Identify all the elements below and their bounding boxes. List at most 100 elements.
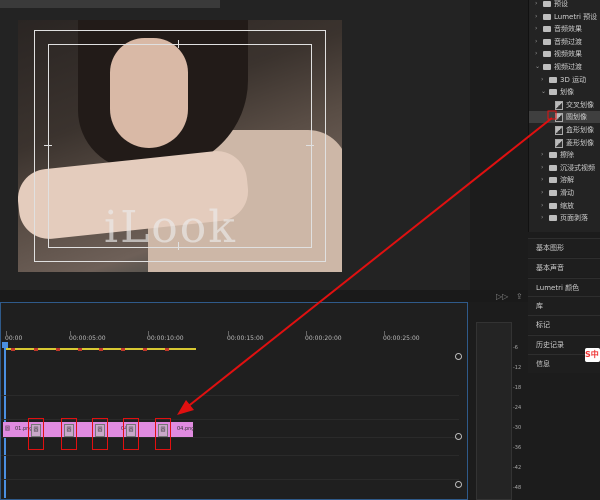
effects-item[interactable]: › 溶解 [529, 174, 600, 186]
chevron-right-icon[interactable]: › [535, 11, 541, 23]
ruler-tick [70, 331, 71, 335]
effects-item[interactable]: › 3D 运动 [529, 74, 600, 86]
side-panel-tab[interactable]: 标记 [528, 315, 600, 334]
effects-item[interactable]: › 预设 [529, 0, 600, 10]
effects-item[interactable]: › 页面剥落 [529, 212, 600, 224]
chevron-right-icon[interactable]: › [541, 74, 547, 86]
folder-icon [543, 38, 551, 45]
folder-icon [549, 164, 557, 171]
ruler-tick [306, 331, 307, 335]
db-label: -6 [513, 345, 518, 351]
side-panel-tab[interactable]: 库 [528, 296, 600, 315]
effects-item-label: 视频效果 [554, 50, 582, 59]
db-label: -24 [513, 405, 522, 411]
chevron-down-icon[interactable]: ⌄ [541, 86, 547, 98]
effects-item[interactable]: 菱形划像 [529, 137, 600, 149]
safe-frame-tick-right [306, 145, 314, 146]
vertical-zoom-handle[interactable] [455, 353, 462, 360]
annotation-highlight-box [61, 418, 77, 450]
effects-item-label: 滑动 [560, 189, 574, 197]
effects-item-label: 圆划像 [566, 113, 587, 122]
annotation-highlight-box [28, 418, 44, 450]
folder-icon [549, 76, 557, 83]
side-panel-tab[interactable]: 基本声音 [528, 258, 600, 277]
chevron-right-icon[interactable]: › [541, 174, 547, 186]
effects-item[interactable]: › 滑动 [529, 187, 600, 199]
effects-item[interactable]: › 音频效果 [529, 23, 600, 35]
chevron-right-icon[interactable]: › [535, 36, 541, 48]
transition-effect-icon [555, 126, 563, 135]
effects-item[interactable]: › 音频过渡 [529, 36, 600, 48]
timeline-panel: 00:00 00:00:05:00 00:00:10:00 00:00:15:00 00… [0, 302, 468, 500]
folder-icon [549, 89, 557, 96]
folder-icon [549, 177, 557, 184]
safe-frame-tick-bottom [178, 242, 179, 250]
monitor-controls[interactable]: ▷▷ ⇪ [496, 292, 523, 301]
side-panel-tab[interactable]: 基本图形 [528, 238, 600, 257]
transition-effect-icon [555, 100, 563, 110]
chevron-right-icon[interactable]: › [535, 23, 541, 35]
clip-label-last[interactable]: 04.png [177, 422, 194, 437]
work-area-marker [56, 348, 60, 351]
effects-item-label: 视频过渡 [554, 63, 582, 71]
chevron-right-icon[interactable]: › [541, 149, 547, 161]
work-area-marker [165, 348, 169, 351]
work-area-marker [34, 348, 38, 351]
transition-effect-icon [555, 138, 563, 148]
ruler-tick [384, 331, 385, 335]
db-label: -42 [513, 465, 522, 471]
effects-item[interactable]: › 缩放 [529, 200, 600, 212]
effects-item[interactable]: 交叉划像 [529, 99, 600, 111]
db-label: -18 [513, 385, 522, 391]
chevron-right-icon[interactable]: › [541, 212, 547, 224]
ruler-timecode: 00:00:15:00 [227, 335, 264, 342]
chevron-right-icon[interactable]: › [541, 187, 547, 199]
track-divider [1, 479, 459, 480]
chevron-right-icon[interactable]: › [541, 200, 547, 212]
vertical-zoom-handle[interactable] [455, 433, 462, 440]
effects-item-label: 缩放 [560, 201, 574, 210]
program-monitor: iLook [0, 0, 470, 290]
vertical-zoom-handle[interactable] [455, 481, 462, 488]
effects-item-label: Lumetri 预设 [554, 12, 598, 21]
clip-fx-badge: 圆 [5, 426, 11, 432]
effects-item-label: 预设 [554, 0, 568, 8]
effects-item[interactable]: ⌄ 划像 [529, 86, 600, 98]
effects-item[interactable]: › Lumetri 预设 [529, 11, 600, 23]
playhead-handle[interactable] [2, 342, 8, 348]
folder-icon [543, 26, 551, 33]
effects-item[interactable]: › 视频效果 [529, 48, 600, 60]
side-panel-tab[interactable]: Lumetri 颜色 [528, 278, 600, 297]
playhead[interactable] [4, 344, 6, 498]
effects-item[interactable]: ⌄ 视频过渡 [529, 61, 600, 73]
work-area-marker [121, 348, 125, 351]
effects-item-label: 擦除 [560, 151, 574, 160]
monitor-header [0, 0, 220, 8]
folder-icon [543, 1, 551, 7]
work-area-marker [78, 348, 82, 351]
effects-item[interactable]: 圆划像 [529, 111, 600, 124]
sogou-ime-badge[interactable]: S中 [585, 348, 600, 362]
track-divider [1, 395, 459, 396]
effects-item-label: 交叉划像 [566, 100, 594, 109]
effects-item[interactable]: › 擦除 [529, 149, 600, 161]
folder-icon [549, 215, 557, 222]
effects-item[interactable]: 盒形划像 [529, 124, 600, 136]
ruler-timecode: 00:00:05:00 [69, 335, 106, 342]
title-safe-frame [48, 44, 312, 248]
db-label: -12 [513, 365, 522, 371]
chevron-right-icon[interactable]: › [535, 48, 541, 60]
effects-item-label: 划像 [560, 88, 574, 97]
annotation-highlight-box [92, 418, 108, 450]
folder-icon [543, 51, 551, 58]
safe-frame-tick-top [178, 40, 179, 48]
chevron-right-icon[interactable]: › [541, 162, 547, 174]
effects-item[interactable]: › 沉浸式视频 [529, 162, 600, 174]
chevron-down-icon[interactable]: ⌄ [535, 61, 541, 73]
effects-panel: › 预设 › Lumetri 预设 › 音频效果 › 音频过渡 › 视频效果 ⌄ 视频过渡 › 3D 运动… [528, 0, 600, 232]
safe-frame-tick-left [44, 145, 52, 146]
db-label: -30 [513, 425, 522, 431]
chevron-right-icon[interactable]: › [535, 0, 541, 10]
ruler-tick [148, 331, 149, 335]
db-label: -36 [513, 445, 522, 451]
